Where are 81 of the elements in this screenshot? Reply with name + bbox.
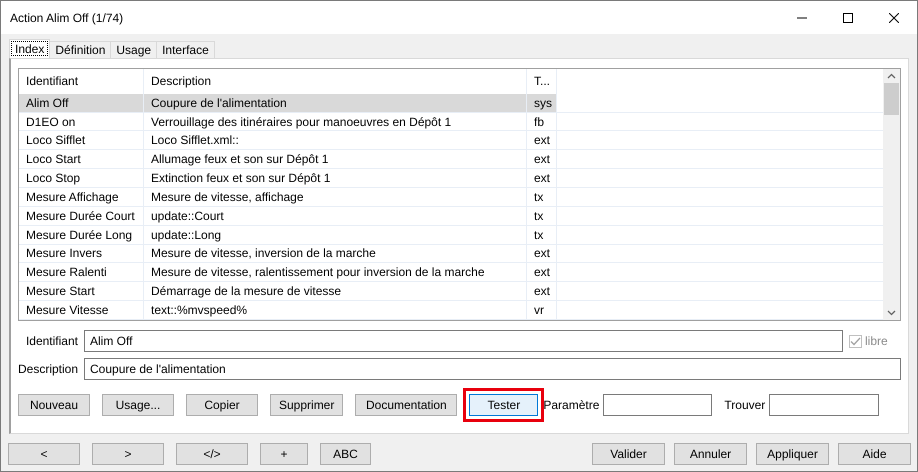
nav-button[interactable]: </>	[176, 443, 248, 465]
action-button[interactable]: Usage...	[102, 394, 174, 416]
table-cell: update::Court	[144, 206, 527, 225]
table-cell: Mesure Invers	[19, 244, 144, 262]
table-cell: Mesure Affichage	[19, 188, 144, 206]
table-row[interactable]: Mesure Durée Court update::Court tx	[19, 206, 883, 226]
table-cell: Mesure Vitesse	[19, 301, 144, 319]
table-cell: ext	[527, 131, 557, 150]
field-label: Trouver	[724, 398, 766, 412]
scrollbar[interactable]	[883, 69, 900, 320]
table-cell: vr	[527, 301, 557, 319]
table-cell: Alim Off	[19, 94, 144, 112]
table-row[interactable]: Mesure Vitesse text::%mvspeed% vr	[19, 301, 883, 320]
field-label: Description	[18, 362, 78, 376]
description-field[interactable]: Coupure de l'alimentation	[84, 358, 901, 380]
table-cell: Mesure Durée Court	[19, 206, 144, 225]
table-cell: Mesure Start	[19, 282, 144, 300]
table-cell: ext	[527, 150, 557, 168]
tab[interactable]: Usage	[110, 41, 158, 58]
table-cell: Allumage feux et son sur Dépôt 1	[144, 150, 527, 168]
table-row[interactable]: Mesure Durée Long update::Long tx	[19, 226, 883, 245]
table-row[interactable]: Mesure Start Démarrage de la mesure de vitesse ext	[19, 282, 883, 302]
dialog-button[interactable]: Annuler	[674, 443, 747, 465]
table-cell: Verrouillage des itinéraires pour manoeuvres en Dépôt 1	[144, 112, 527, 130]
table-cell: sys	[527, 94, 557, 112]
scroll-up-icon[interactable]	[887, 73, 896, 79]
table-row[interactable]: Loco Start Allumage feux et son sur Dépôt 1 ext	[19, 150, 883, 170]
field-label: Paramètre	[543, 398, 600, 412]
window-title: Action Alim Off (1/74)	[10, 10, 124, 24]
maximize-icon	[843, 12, 853, 22]
table-cell: D1EO on	[19, 112, 144, 130]
table-cell: tx	[527, 188, 557, 206]
dialog-button[interactable]: Aide	[838, 443, 911, 465]
table-row[interactable]: Mesure Ralenti Mesure de vitesse, ralentissement pour inversion de la marche ext	[19, 263, 883, 282]
table-cell: Extinction feux et son sur Dépôt 1	[144, 169, 527, 188]
nav-button[interactable]: +	[260, 443, 308, 465]
nav-button[interactable]: >	[92, 443, 164, 465]
trouver-field[interactable]	[769, 394, 880, 416]
action-button[interactable]: Documentation	[355, 394, 458, 416]
table-row[interactable]: Loco Sifflet Loco Sifflet.xml:: ext	[19, 131, 883, 150]
table-cell: fb	[527, 112, 557, 130]
table-cell: Loco Sifflet.xml::	[144, 131, 527, 150]
table-cell: ext	[527, 263, 557, 282]
scroll-thumb[interactable]	[884, 83, 899, 115]
table-cell: Mesure de vitesse, affichage	[144, 188, 527, 206]
table-row[interactable]: Mesure Affichage Mesure de vitesse, affichage tx	[19, 188, 883, 207]
table-row[interactable]: Loco Stop Extinction feux et son sur Dépôt 1 ext	[19, 169, 883, 188]
table-cell: text::%mvspeed%	[144, 301, 527, 319]
nav-button[interactable]: ABC	[320, 443, 371, 465]
dialog-button[interactable]: Valider	[592, 443, 665, 465]
tab[interactable]: Interface	[156, 41, 215, 58]
scroll-down-icon[interactable]	[887, 310, 896, 316]
table-row[interactable]: D1EO on Verrouillage des itinéraires pour manoeuvres en Dépôt 1 fb	[19, 112, 883, 132]
table-cell: ext	[527, 169, 557, 188]
field-label: Identifiant	[24, 334, 78, 348]
table-cell: tx	[527, 226, 557, 244]
table-cell: Mesure de vitesse, ralentissement pour inversion de la marche	[144, 263, 527, 282]
table-cell: Mesure Ralenti	[19, 263, 144, 282]
checkmark-icon	[850, 336, 861, 346]
identifiant-field[interactable]: Alim Off	[84, 330, 843, 352]
parametre-field[interactable]	[603, 394, 712, 416]
table-cell: Mesure Durée Long	[19, 226, 144, 244]
dialog-button[interactable]: Appliquer	[756, 443, 829, 465]
action-button[interactable]: Copier	[186, 394, 258, 416]
table-cell: Mesure de vitesse, inversion de la marche	[144, 244, 527, 262]
table-cell: Loco Stop	[19, 169, 144, 188]
nav-button[interactable]: <	[8, 443, 80, 465]
table-cell: Coupure de l'alimentation	[144, 94, 527, 112]
table-cell: Démarrage de la mesure de vitesse	[144, 282, 527, 300]
table-cell: tx	[527, 206, 557, 225]
table-cell: update::Long	[144, 226, 527, 244]
table-row[interactable]: Mesure Invers Mesure de vitesse, inversion de la marche ext	[19, 244, 883, 264]
table-cell: ext	[527, 282, 557, 300]
table-cell: Loco Sifflet	[19, 131, 144, 150]
action-button[interactable]: Supprimer	[270, 394, 344, 416]
tab[interactable]: Index	[9, 39, 50, 58]
action-button[interactable]: Nouveau	[18, 394, 90, 416]
table-cell: Loco Start	[19, 150, 144, 168]
table-cell: ext	[527, 244, 557, 262]
close-icon	[889, 12, 899, 22]
table-row[interactable]: Alim Off Coupure de l'alimentation sys	[19, 94, 883, 113]
